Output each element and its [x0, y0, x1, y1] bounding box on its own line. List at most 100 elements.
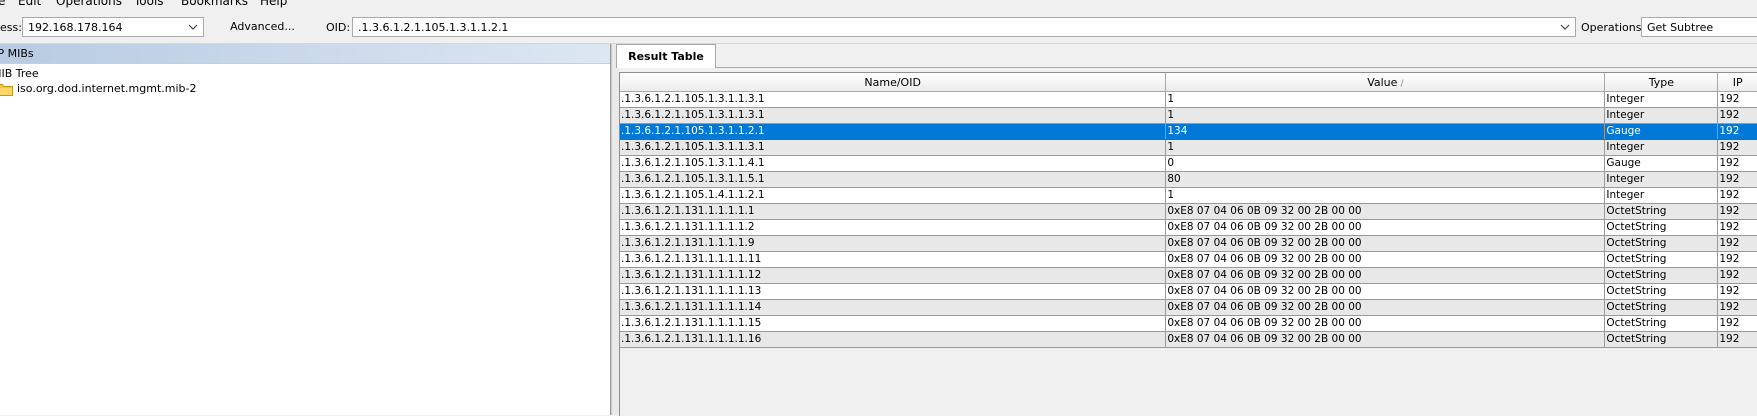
cell-value: 1 [1165, 139, 1606, 156]
cell-ip: 192 [1717, 203, 1757, 220]
menu-operations[interactable]: Operations [56, 0, 122, 8]
table-row[interactable]: .1.3.6.1.2.1.131.1.1.1.1.16 0xE8 07 04 06… [620, 331, 1757, 348]
cell-value: 1 [1165, 107, 1606, 124]
menu-bookmarks[interactable]: Bookmarks [181, 0, 248, 8]
menu-bar: e Edit Operations Tools Bookmarks Help [0, 0, 1757, 9]
table-row[interactable]: .1.3.6.1.2.1.105.1.3.1.1.4.1 0 Gauge 192 [620, 155, 1757, 172]
toolbar: ess: 192.168.178.164 Advanced... OID: .1… [0, 13, 1757, 44]
mib-tree-panel: MP MIBs MIB Tree iso.org.dod.internet.mg… [0, 44, 611, 415]
table-row[interactable]: .1.3.6.1.2.1.105.1.3.1.1.3.1 1 Integer 192 [620, 91, 1757, 108]
cell-oid: .1.3.6.1.2.1.105.1.3.1.1.5.1 [620, 171, 1167, 188]
table-row[interactable]: .1.3.6.1.2.1.131.1.1.1.1.1 0xE8 07 04 06 … [620, 203, 1757, 220]
table-row[interactable]: .1.3.6.1.2.1.131.1.1.1.1.13 0xE8 07 04 06… [620, 283, 1757, 300]
cell-ip: 192 [1717, 235, 1757, 252]
cell-type: Integer [1604, 187, 1719, 204]
cell-ip: 192 [1717, 251, 1757, 268]
cell-value: 0xE8 07 04 06 0B 09 32 00 2B 00 00 [1165, 203, 1606, 220]
cell-ip: 192 [1717, 139, 1757, 156]
cell-value: 80 [1165, 171, 1606, 188]
column-header-value[interactable]: Value / [1165, 73, 1606, 92]
panel-title: MP MIBs [0, 47, 34, 60]
panel-header: MP MIBs [0, 44, 610, 64]
cell-ip: 192 [1717, 267, 1757, 284]
table-row[interactable]: .1.3.6.1.2.1.105.1.3.1.1.3.1 1 Integer 192 [620, 107, 1757, 124]
cell-ip: 192 [1717, 283, 1757, 300]
cell-ip: 192 [1717, 299, 1757, 316]
cell-oid: .1.3.6.1.2.1.131.1.1.1.1.11 [620, 251, 1167, 268]
tab-result-table[interactable]: Result Table [616, 44, 716, 68]
cell-type: OctetString [1604, 203, 1719, 220]
cell-value: 0xE8 07 04 06 0B 09 32 00 2B 00 00 [1165, 299, 1606, 316]
chevron-down-icon[interactable] [187, 20, 199, 34]
cell-value: 0xE8 07 04 06 0B 09 32 00 2B 00 00 [1165, 251, 1606, 268]
result-table: Name/OID Value / Type IP .1.3.6.1.2.1.105… [620, 73, 1757, 348]
cell-ip: 192 [1717, 107, 1757, 124]
tree-item-label: iso.org.dod.internet.mgmt.mib-2 [17, 82, 197, 95]
table-row[interactable]: .1.3.6.1.2.1.131.1.1.1.1.2 0xE8 07 04 06 … [620, 219, 1757, 236]
menu-edit[interactable]: Edit [18, 0, 41, 8]
cell-type: OctetString [1604, 283, 1719, 300]
oid-value: .1.3.6.1.2.1.105.1.3.1.1.2.1 [358, 21, 509, 34]
column-header-type[interactable]: Type [1604, 73, 1719, 92]
cell-ip: 192 [1717, 155, 1757, 172]
address-value: 192.168.178.164 [28, 21, 123, 34]
table-row[interactable]: .1.3.6.1.2.1.131.1.1.1.1.11 0xE8 07 04 06… [620, 251, 1757, 268]
operations-label: Operations: [1581, 21, 1646, 34]
cell-oid: .1.3.6.1.2.1.131.1.1.1.1.12 [620, 267, 1167, 284]
table-body: .1.3.6.1.2.1.105.1.3.1.1.3.1 1 Integer 192.… [620, 91, 1757, 348]
tree-root[interactable]: MIB Tree [0, 67, 39, 80]
cell-value: 0 [1165, 155, 1606, 172]
cell-value: 0xE8 07 04 06 0B 09 32 00 2B 00 00 [1165, 283, 1606, 300]
cell-type: Integer [1604, 91, 1719, 108]
cell-type: OctetString [1604, 299, 1719, 316]
cell-oid: .1.3.6.1.2.1.105.1.3.1.1.3.1 [620, 107, 1167, 124]
menu-tools[interactable]: Tools [134, 0, 164, 8]
cell-ip: 192 [1717, 91, 1757, 108]
table-row[interactable]: .1.3.6.1.2.1.105.1.3.1.1.3.1 1 Integer 192 [620, 139, 1757, 156]
cell-ip: 192 [1717, 315, 1757, 332]
menu-file[interactable]: e [0, 0, 5, 8]
operations-value: Get Subtree [1647, 21, 1714, 34]
cell-oid: .1.3.6.1.2.1.105.1.3.1.1.3.1 [620, 91, 1167, 108]
cell-oid: .1.3.6.1.2.1.131.1.1.1.1.15 [620, 315, 1167, 332]
cell-type: OctetString [1604, 251, 1719, 268]
cell-oid: .1.3.6.1.2.1.105.1.3.1.1.2.1 [620, 123, 1167, 140]
table-row[interactable]: .1.3.6.1.2.1.105.1.4.1.1.2.1 1 Integer 192 [620, 187, 1757, 204]
oid-combo[interactable]: .1.3.6.1.2.1.105.1.3.1.1.2.1 [352, 17, 1576, 37]
cell-oid: .1.3.6.1.2.1.105.1.3.1.1.4.1 [620, 155, 1167, 172]
cell-type: OctetString [1604, 219, 1719, 236]
cell-type: OctetString [1604, 315, 1719, 332]
address-label: ess: [0, 21, 22, 34]
cell-value: 0xE8 07 04 06 0B 09 32 00 2B 00 00 [1165, 219, 1606, 236]
table-row[interactable]: .1.3.6.1.2.1.105.1.3.1.1.5.1 80 Integer 192 [620, 171, 1757, 188]
cell-type: Gauge [1604, 155, 1719, 172]
chevron-down-icon[interactable] [1559, 20, 1571, 34]
menu-help[interactable]: Help [260, 0, 287, 8]
cell-oid: .1.3.6.1.2.1.105.1.4.1.1.2.1 [620, 187, 1167, 204]
cell-oid: .1.3.6.1.2.1.131.1.1.1.1.1 [620, 203, 1167, 220]
cell-oid: .1.3.6.1.2.1.131.1.1.1.1.9 [620, 235, 1167, 252]
cell-value: 0xE8 07 04 06 0B 09 32 00 2B 00 00 [1165, 235, 1606, 252]
cell-type: OctetString [1604, 267, 1719, 284]
oid-label: OID: [326, 21, 351, 34]
splitter[interactable] [611, 44, 619, 415]
column-header-name-oid[interactable]: Name/OID [620, 73, 1167, 92]
table-row[interactable]: .1.3.6.1.2.1.131.1.1.1.1.9 0xE8 07 04 06 … [620, 235, 1757, 252]
table-row[interactable]: .1.3.6.1.2.1.131.1.1.1.1.14 0xE8 07 04 06… [620, 299, 1757, 316]
cell-oid: .1.3.6.1.2.1.131.1.1.1.1.14 [620, 299, 1167, 316]
address-combo[interactable]: 192.168.178.164 [22, 17, 204, 37]
table-row[interactable]: .1.3.6.1.2.1.105.1.3.1.1.2.1 134 Gauge 192 [620, 123, 1757, 140]
table-row[interactable]: .1.3.6.1.2.1.131.1.1.1.1.12 0xE8 07 04 06… [620, 267, 1757, 284]
operations-combo[interactable]: Get Subtree [1641, 17, 1757, 37]
cell-type: Gauge [1604, 123, 1719, 140]
cell-ip: 192 [1717, 187, 1757, 204]
cell-oid: .1.3.6.1.2.1.131.1.1.1.1.16 [620, 331, 1167, 348]
advanced-button[interactable]: Advanced... [205, 17, 320, 37]
column-header-ip[interactable]: IP [1717, 73, 1757, 92]
cell-oid: .1.3.6.1.2.1.131.1.1.1.1.13 [620, 283, 1167, 300]
cell-oid: .1.3.6.1.2.1.131.1.1.1.1.2 [620, 219, 1167, 236]
tab-divider [716, 67, 1757, 68]
cell-oid: .1.3.6.1.2.1.105.1.3.1.1.3.1 [620, 139, 1167, 156]
cell-ip: 192 [1717, 123, 1757, 140]
table-row[interactable]: .1.3.6.1.2.1.131.1.1.1.1.15 0xE8 07 04 06… [620, 315, 1757, 332]
